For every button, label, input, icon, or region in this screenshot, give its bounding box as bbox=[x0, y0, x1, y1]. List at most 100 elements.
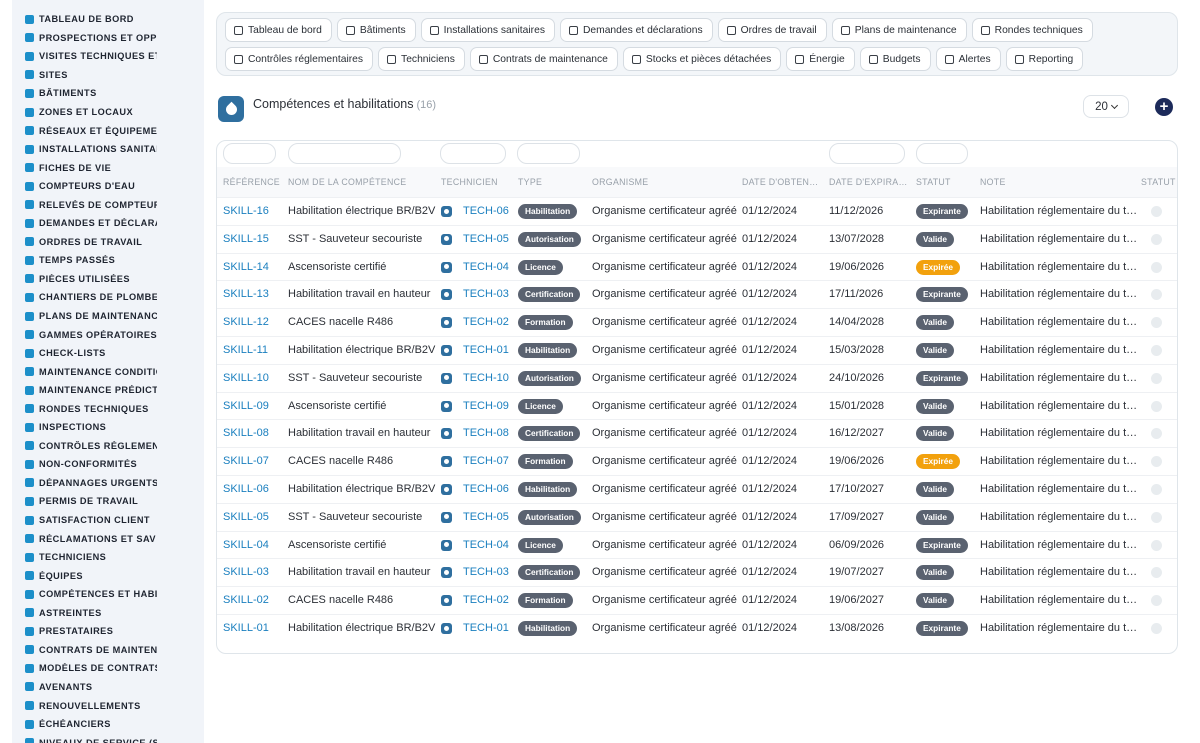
column-header-2[interactable]: TECHNICIEN bbox=[441, 177, 498, 187]
toolbar-button-row2-5[interactable]: Budgets bbox=[859, 47, 931, 71]
sidebar-item-29[interactable]: TECHNICIENS bbox=[12, 548, 204, 567]
toolbar-button-row2-1[interactable]: Techniciens bbox=[378, 47, 465, 71]
toolbar-button-row2-0[interactable]: Contrôles réglementaires bbox=[225, 47, 374, 71]
reference-link[interactable]: SKILL-06 bbox=[223, 483, 269, 495]
technician-link[interactable]: TECH-06 bbox=[463, 483, 509, 495]
filter-type[interactable] bbox=[517, 143, 580, 164]
sidebar-item-9[interactable]: COMPTEURS D'EAU bbox=[12, 177, 204, 196]
technician-link[interactable]: TECH-07 bbox=[463, 455, 509, 467]
table-row[interactable]: SKILL-01 Habilitation électrique BR/B2V TE… bbox=[217, 614, 1177, 642]
technician-link[interactable]: TECH-03 bbox=[463, 566, 509, 578]
sidebar-item-36[interactable]: AVENANTS bbox=[12, 678, 204, 697]
sidebar-item-24[interactable]: NON-CONFORMITÉS bbox=[12, 455, 204, 474]
technician-link[interactable]: TECH-04 bbox=[463, 261, 509, 273]
table-row[interactable]: SKILL-15 SST - Sauveteur secouriste TECH-0… bbox=[217, 224, 1177, 253]
table-row[interactable]: SKILL-05 SST - Sauveteur secouriste TECH-0… bbox=[217, 502, 1177, 531]
technician-link[interactable]: TECH-06 bbox=[463, 205, 509, 217]
column-header-1[interactable]: NOM DE LA COMPÉTENCE bbox=[288, 177, 406, 187]
sidebar-item-3[interactable]: SITES bbox=[12, 66, 204, 85]
sidebar-item-37[interactable]: RENOUVELLEMENTS bbox=[12, 696, 204, 715]
sidebar-item-16[interactable]: PLANS DE MAINTENANCE bbox=[12, 307, 204, 326]
technician-link[interactable]: TECH-09 bbox=[463, 400, 509, 412]
sidebar-item-28[interactable]: RÉCLAMATIONS ET SAV bbox=[12, 529, 204, 548]
sidebar-item-1[interactable]: PROSPECTIONS ET OPPORTUNITÉS bbox=[12, 29, 204, 48]
technician-link[interactable]: TECH-02 bbox=[463, 316, 509, 328]
toolbar-button-row2-4[interactable]: Énergie bbox=[786, 47, 855, 71]
toolbar-button-row1-3[interactable]: Demandes et déclarations bbox=[559, 18, 713, 42]
sidebar-item-23[interactable]: CONTRÔLES RÉGLEMENTAIRES bbox=[12, 437, 204, 456]
reference-link[interactable]: SKILL-15 bbox=[223, 233, 269, 245]
table-row[interactable]: SKILL-09 Ascensoriste certifié TECH-09 Lice… bbox=[217, 391, 1177, 420]
table-row[interactable]: SKILL-07 CACES nacelle R486 TECH-07 Formati… bbox=[217, 447, 1177, 475]
filter-technician[interactable] bbox=[440, 143, 506, 164]
filter-name[interactable] bbox=[288, 143, 401, 164]
technician-link[interactable]: TECH-05 bbox=[463, 511, 509, 523]
column-header-6[interactable]: DATE D'EXPIRA… bbox=[829, 177, 908, 187]
sidebar-item-33[interactable]: PRESTATAIRES bbox=[12, 622, 204, 641]
reference-link[interactable]: SKILL-09 bbox=[223, 400, 269, 412]
reference-link[interactable]: SKILL-12 bbox=[223, 316, 269, 328]
sidebar-item-12[interactable]: ORDRES DE TRAVAIL bbox=[12, 233, 204, 252]
reference-link[interactable]: SKILL-11 bbox=[223, 344, 268, 356]
technician-link[interactable]: TECH-01 bbox=[463, 344, 509, 356]
toolbar-button-row1-5[interactable]: Plans de maintenance bbox=[831, 18, 967, 42]
toolbar-button-row1-0[interactable]: Tableau de bord bbox=[225, 18, 332, 42]
sidebar-item-4[interactable]: BÂTIMENTS bbox=[12, 84, 204, 103]
column-header-8[interactable]: NOTE bbox=[980, 177, 1006, 187]
sidebar-item-20[interactable]: MAINTENANCE PRÉDICTIVE bbox=[12, 381, 204, 400]
table-row[interactable]: SKILL-10 SST - Sauveteur secouriste TECH-1… bbox=[217, 363, 1177, 392]
column-header-3[interactable]: TYPE bbox=[518, 177, 542, 187]
technician-link[interactable]: TECH-05 bbox=[463, 233, 509, 245]
sidebar-item-2[interactable]: VISITES TECHNIQUES ET AUDITS bbox=[12, 47, 204, 66]
sidebar-item-13[interactable]: TEMPS PASSÉS bbox=[12, 251, 204, 270]
add-record-button[interactable]: + bbox=[1155, 98, 1173, 116]
table-row[interactable]: SKILL-13 Habilitation travail en hauteur T… bbox=[217, 280, 1177, 308]
sidebar-item-31[interactable]: COMPÉTENCES ET HABILITATIONS bbox=[12, 585, 204, 604]
sidebar-item-35[interactable]: MODÈLES DE CONTRATS bbox=[12, 659, 204, 678]
toolbar-button-row2-3[interactable]: Stocks et pièces détachées bbox=[622, 47, 782, 71]
sidebar-item-19[interactable]: MAINTENANCE CONDITIONNELLE bbox=[12, 362, 204, 381]
column-header-0[interactable]: RÉFÉRENCE bbox=[223, 177, 280, 187]
sidebar-item-14[interactable]: PIÈCES UTILISÉES bbox=[12, 270, 204, 289]
sidebar-item-32[interactable]: ASTREINTES bbox=[12, 604, 204, 623]
table-row[interactable]: SKILL-03 Habilitation travail en hauteur T… bbox=[217, 558, 1177, 586]
table-row[interactable]: SKILL-08 Habilitation travail en hauteur T… bbox=[217, 419, 1177, 447]
technician-link[interactable]: TECH-02 bbox=[463, 594, 509, 606]
technician-link[interactable]: TECH-03 bbox=[463, 288, 509, 300]
reference-link[interactable]: SKILL-08 bbox=[223, 427, 269, 439]
technician-link[interactable]: TECH-10 bbox=[463, 372, 509, 384]
filter-reference[interactable] bbox=[223, 143, 276, 164]
reference-link[interactable]: SKILL-13 bbox=[223, 288, 269, 300]
toolbar-button-row2-7[interactable]: Reporting bbox=[1005, 47, 1084, 71]
reference-link[interactable]: SKILL-03 bbox=[223, 566, 269, 578]
technician-link[interactable]: TECH-01 bbox=[463, 622, 509, 634]
column-header-7[interactable]: STATUT bbox=[916, 177, 951, 187]
toolbar-button-row2-6[interactable]: Alertes bbox=[935, 47, 1001, 71]
sidebar-item-18[interactable]: CHECK-LISTS bbox=[12, 344, 204, 363]
sidebar-item-15[interactable]: CHANTIERS DE PLOMBERIE bbox=[12, 288, 204, 307]
table-row[interactable]: SKILL-12 CACES nacelle R486 TECH-02 Formati… bbox=[217, 308, 1177, 336]
reference-link[interactable]: SKILL-01 bbox=[223, 622, 269, 634]
sidebar-item-38[interactable]: ÉCHÉANCIERS bbox=[12, 715, 204, 734]
column-header-9[interactable]: STATUT bbox=[1141, 177, 1176, 187]
sidebar-item-22[interactable]: INSPECTIONS bbox=[12, 418, 204, 437]
reference-link[interactable]: SKILL-14 bbox=[223, 261, 269, 273]
sidebar-item-25[interactable]: DÉPANNAGES URGENTS bbox=[12, 474, 204, 493]
technician-link[interactable]: TECH-08 bbox=[463, 427, 509, 439]
sidebar-item-7[interactable]: INSTALLATIONS SANITAIRES bbox=[12, 140, 204, 159]
table-row[interactable]: SKILL-11 Habilitation électrique BR/B2V TE… bbox=[217, 336, 1177, 364]
sidebar-item-34[interactable]: CONTRATS DE MAINTENANCE bbox=[12, 641, 204, 660]
sidebar-item-21[interactable]: RONDES TECHNIQUES bbox=[12, 399, 204, 418]
table-row[interactable]: SKILL-06 Habilitation électrique BR/B2V TE… bbox=[217, 475, 1177, 503]
filter-status[interactable] bbox=[916, 143, 968, 164]
table-row[interactable]: SKILL-16 Habilitation électrique BR/B2V TE… bbox=[217, 197, 1177, 225]
sidebar-item-5[interactable]: ZONES ET LOCAUX bbox=[12, 103, 204, 122]
page-size-select[interactable]: 20 bbox=[1083, 95, 1129, 118]
reference-link[interactable]: SKILL-02 bbox=[223, 594, 269, 606]
toolbar-button-row1-2[interactable]: Installations sanitaires bbox=[420, 18, 555, 42]
sidebar-item-39[interactable]: NIVEAUX DE SERVICE (SLA) bbox=[12, 733, 204, 743]
reference-link[interactable]: SKILL-10 bbox=[223, 372, 269, 384]
reference-link[interactable]: SKILL-04 bbox=[223, 539, 269, 551]
sidebar-item-11[interactable]: DEMANDES ET DÉCLARATIONS bbox=[12, 214, 204, 233]
sidebar-item-8[interactable]: FICHES DE VIE bbox=[12, 158, 204, 177]
